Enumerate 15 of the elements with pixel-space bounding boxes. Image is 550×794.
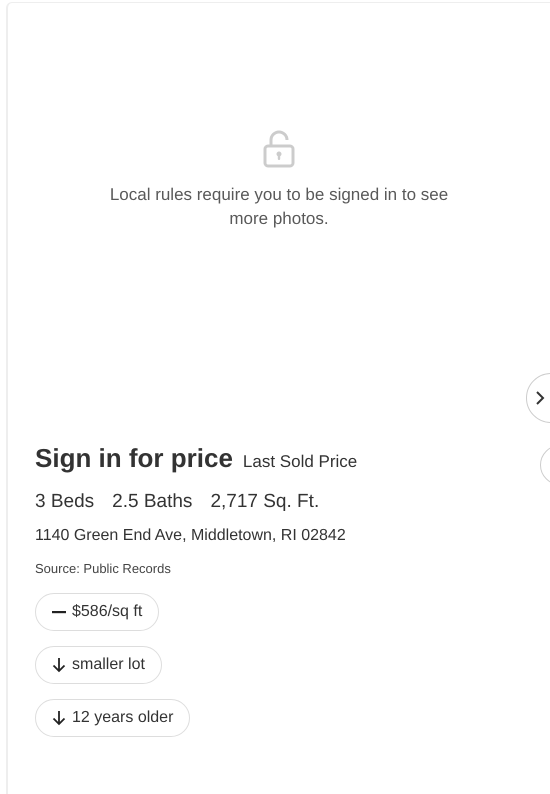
insight-text: 12 years older — [72, 709, 174, 727]
price-label: Last Sold Price — [242, 452, 358, 472]
property-stat: 2.5 Baths — [112, 491, 192, 513]
sign-in-message: Local rules require you to be signed in to see more photos. — [108, 184, 450, 230]
chevron-icon — [535, 390, 545, 406]
down-arrow-icon — [52, 710, 66, 726]
property-stat: 3 Beds — [35, 491, 94, 513]
down-arrow-icon — [52, 657, 66, 673]
insight-text: smaller lot — [72, 656, 145, 674]
price-title: Sign in for price — [35, 443, 233, 474]
insight-text: $586/sq ft — [72, 603, 142, 621]
source-note: Source: Public Records — [35, 561, 172, 576]
address: 1140 Green End Ave, Middletown, RI 02842 — [35, 527, 347, 545]
property-stat: 2,717 Sq. Ft. — [210, 491, 320, 513]
lock-icon — [262, 129, 296, 169]
